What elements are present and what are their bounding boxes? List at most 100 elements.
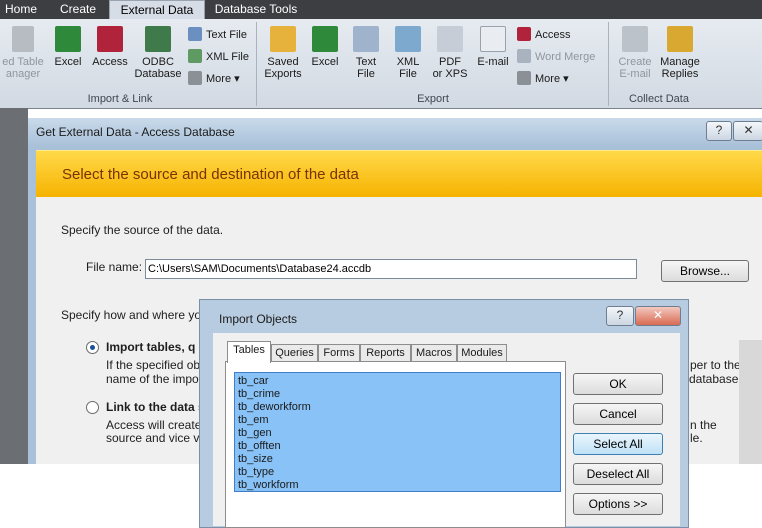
link-option-title: Link to the data s bbox=[106, 400, 205, 414]
export-group-label: Export bbox=[417, 93, 449, 105]
export-excel-label: Excel bbox=[311, 56, 339, 68]
import-excel-label: Excel bbox=[54, 56, 82, 68]
import-link-group-label: Import & Link bbox=[87, 93, 153, 105]
tab-home[interactable]: Home bbox=[0, 0, 42, 19]
group-divider bbox=[256, 22, 257, 106]
export-text-file-button[interactable]: Text File bbox=[348, 26, 384, 80]
list-item[interactable]: tb_deworkform bbox=[238, 401, 311, 414]
dialog-banner: Select the source and destination of the… bbox=[36, 150, 762, 197]
import-tables-radio[interactable] bbox=[86, 341, 99, 354]
create-email-label: Create E-mail bbox=[618, 56, 652, 80]
manage-replies-label: Manage Replies bbox=[660, 56, 700, 80]
manage-replies-button[interactable]: Manage Replies bbox=[656, 26, 704, 80]
tab-queries[interactable]: Queries bbox=[271, 344, 318, 362]
dialog-title-bar: Get External Data - Access Database bbox=[28, 118, 762, 146]
import-option-desc-line2: name of the importe bbox=[106, 372, 213, 386]
tab-forms[interactable]: Forms bbox=[318, 344, 360, 362]
xml-file-icon bbox=[395, 26, 421, 52]
list-item[interactable]: tb_car bbox=[238, 375, 269, 388]
export-xml-file-button[interactable]: XML File bbox=[390, 26, 426, 80]
banner-heading: Select the source and destination of the… bbox=[62, 166, 359, 183]
import-option-title: Import tables, q bbox=[106, 340, 196, 354]
import-odbc-button[interactable]: ODBC Database bbox=[132, 26, 184, 80]
access-icon bbox=[97, 26, 123, 52]
xml-file-icon bbox=[188, 49, 202, 63]
export-access-button[interactable]: Access bbox=[517, 27, 570, 42]
import-text-file-button[interactable]: Text File bbox=[188, 27, 247, 42]
list-item[interactable]: tb_size bbox=[238, 453, 273, 466]
ok-button[interactable]: OK bbox=[573, 373, 663, 395]
tab-modules[interactable]: Modules bbox=[457, 344, 507, 362]
saved-exports-icon bbox=[270, 26, 296, 52]
import-more-button[interactable]: More ▾ bbox=[188, 71, 240, 86]
dialog-scrollbar[interactable] bbox=[739, 340, 762, 464]
excel-icon bbox=[312, 26, 338, 52]
link-data-radio[interactable] bbox=[86, 401, 99, 414]
source-instruction: Specify the source of the data. bbox=[61, 223, 224, 237]
tab-macros[interactable]: Macros bbox=[411, 344, 457, 362]
link-option-desc-line2-end: le. bbox=[690, 431, 703, 445]
group-divider bbox=[608, 22, 609, 106]
more-icon bbox=[517, 71, 531, 85]
export-more-label: More bbox=[535, 73, 561, 85]
word-merge-button[interactable]: Word Merge bbox=[517, 49, 595, 64]
import-text-file-label: Text File bbox=[206, 29, 247, 41]
file-name-label: File name: bbox=[86, 260, 143, 274]
deselect-all-button[interactable]: Deselect All bbox=[573, 463, 663, 485]
export-text-file-label: Text File bbox=[355, 56, 377, 80]
export-pdf-label: PDF or XPS bbox=[432, 56, 468, 80]
text-file-icon bbox=[188, 27, 202, 41]
import-close-button[interactable]: ✕ bbox=[635, 306, 681, 326]
list-item[interactable]: tb_crime bbox=[238, 388, 280, 401]
export-access-label: Access bbox=[535, 29, 571, 41]
link-option-desc-line1: Access will create a bbox=[106, 418, 212, 432]
import-option-desc-line1: If the specified obje bbox=[106, 358, 210, 372]
export-excel-button[interactable]: Excel bbox=[307, 26, 343, 68]
tab-tables[interactable]: Tables bbox=[227, 341, 271, 363]
create-email-button[interactable]: Create E-mail bbox=[614, 26, 656, 80]
import-help-button[interactable]: ? bbox=[606, 306, 634, 326]
workspace-background bbox=[0, 108, 28, 464]
linked-table-manager-icon bbox=[12, 26, 34, 52]
import-xml-file-label: XML File bbox=[206, 51, 249, 63]
export-more-button[interactable]: More ▾ bbox=[517, 71, 569, 86]
tab-reports[interactable]: Reports bbox=[360, 344, 411, 362]
browse-button[interactable]: Browse... bbox=[661, 260, 749, 282]
export-pdf-button[interactable]: PDF or XPS bbox=[430, 26, 470, 80]
export-xml-file-label: XML File bbox=[396, 56, 420, 80]
linked-table-manager-button[interactable]: ed Table anager bbox=[0, 26, 46, 80]
tab-external-data[interactable]: External Data bbox=[109, 0, 205, 20]
tab-database-tools[interactable]: Database Tools bbox=[210, 0, 302, 19]
import-access-button[interactable]: Access bbox=[90, 26, 130, 68]
link-option-desc-line1-end: n the bbox=[690, 418, 717, 432]
import-more-label: More bbox=[206, 73, 232, 85]
list-item[interactable]: tb_type bbox=[238, 466, 274, 479]
select-all-button[interactable]: Select All bbox=[573, 433, 663, 455]
saved-exports-button[interactable]: Saved Exports bbox=[262, 26, 304, 80]
create-email-icon bbox=[622, 26, 648, 52]
import-objects-title: Import Objects bbox=[219, 312, 298, 326]
list-item[interactable]: tb_gen bbox=[238, 427, 272, 440]
tables-listbox[interactable] bbox=[234, 372, 561, 492]
help-button[interactable]: ? bbox=[706, 121, 732, 141]
file-name-input[interactable]: C:\Users\SAM\Documents\Database24.accdb bbox=[145, 259, 637, 279]
tab-create[interactable]: Create bbox=[52, 0, 104, 19]
list-item[interactable]: tb_em bbox=[238, 414, 269, 427]
link-option-desc-line2: source and vice ver bbox=[106, 431, 211, 445]
ribbon-tab-bar: Home Create External Data Database Tools bbox=[0, 0, 762, 20]
options-button[interactable]: Options >> bbox=[573, 493, 663, 515]
list-item[interactable]: tb_workform bbox=[238, 479, 299, 492]
import-access-label: Access bbox=[92, 56, 128, 68]
import-excel-button[interactable]: Excel bbox=[50, 26, 86, 68]
import-xml-file-button[interactable]: XML File bbox=[188, 49, 249, 64]
destination-instruction: Specify how and where you w bbox=[61, 308, 220, 322]
collect-data-group-label: Collect Data bbox=[629, 93, 689, 105]
access-icon bbox=[517, 27, 531, 41]
export-email-button[interactable]: E-mail bbox=[474, 26, 512, 68]
linked-table-manager-label: ed Table anager bbox=[2, 56, 44, 80]
manage-replies-icon bbox=[667, 26, 693, 52]
list-item[interactable]: tb_offten bbox=[238, 440, 281, 453]
close-button[interactable]: ✕ bbox=[733, 121, 762, 141]
cancel-button[interactable]: Cancel bbox=[573, 403, 663, 425]
import-option-desc-line1-end: per to the bbox=[690, 358, 741, 372]
